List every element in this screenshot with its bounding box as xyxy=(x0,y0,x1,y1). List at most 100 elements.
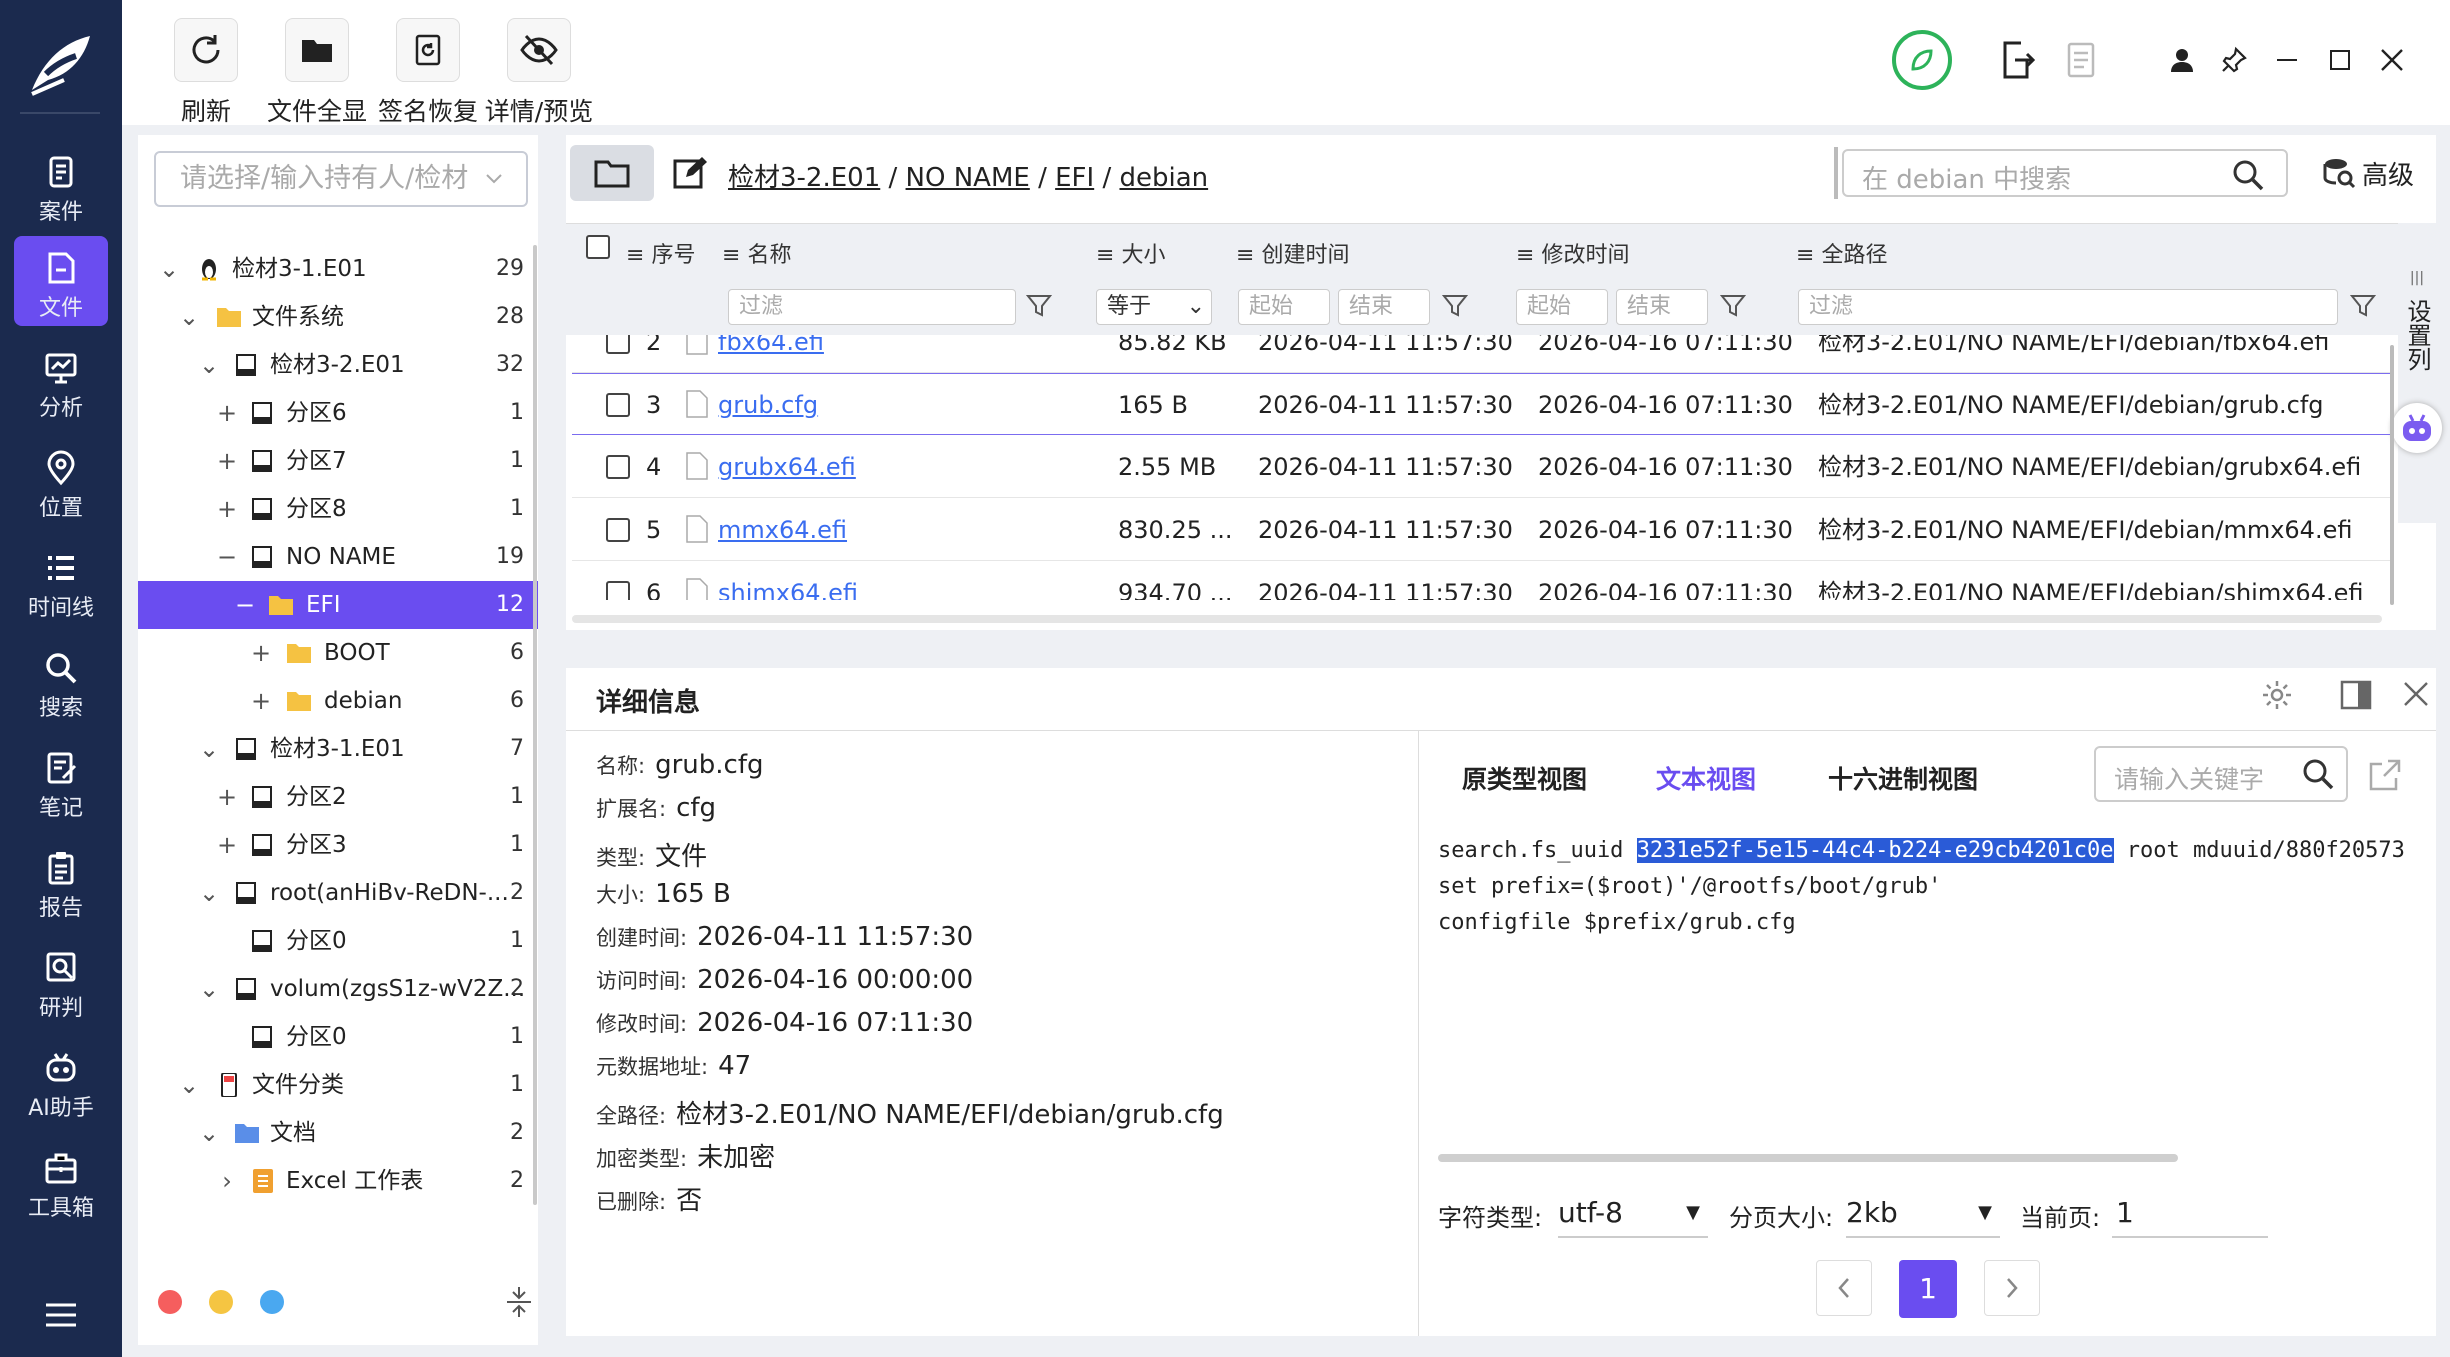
user-button[interactable] xyxy=(2162,40,2202,80)
tree-item-partition-7[interactable]: + 分区7 1 xyxy=(138,437,538,485)
tree-item-volum[interactable]: ⌄ volum(zgsS1z-wV2Z... 2 xyxy=(138,965,538,1013)
charset-select[interactable]: utf-8 ▼ xyxy=(1558,1188,1708,1238)
refresh-button[interactable]: 刷新 xyxy=(151,18,261,128)
table-row[interactable]: 6 shimx64.efi 934.70 ... 2026-04-11 11:5… xyxy=(572,562,2392,600)
report-disabled-button[interactable] xyxy=(2062,40,2102,80)
tree-item-evidence-3-1[interactable]: ⌄ 检材3-1.E01 29 xyxy=(138,245,538,293)
edit-path-button[interactable] xyxy=(672,155,708,191)
horizontal-scrollbar[interactable] xyxy=(572,615,2382,623)
expand-icon[interactable]: + xyxy=(216,773,238,821)
filter-icon[interactable] xyxy=(1720,293,1746,319)
row-checkbox[interactable] xyxy=(606,393,630,417)
detail-preview-button[interactable]: 详情/预览 xyxy=(484,18,594,128)
tree-item-partition-0b[interactable]: 分区0 1 xyxy=(138,1013,538,1061)
breadcrumb-evidence[interactable]: 检材3-2.E01 xyxy=(728,163,880,193)
chevron-down-icon[interactable]: ⌄ xyxy=(178,1061,200,1109)
name-filter-input[interactable]: 过滤 xyxy=(728,289,1016,325)
collapse-icon[interactable]: − xyxy=(234,581,256,629)
chevron-down-icon[interactable]: ⌄ xyxy=(198,725,220,773)
chevron-down-icon[interactable]: ⌄ xyxy=(198,965,220,1013)
page-1-button[interactable]: 1 xyxy=(1899,1260,1957,1318)
text-horizontal-scrollbar[interactable] xyxy=(1438,1154,2178,1162)
tree-item-no-name[interactable]: − NO NAME 19 xyxy=(138,533,538,581)
tree-item-efi[interactable]: − EFI 12 xyxy=(138,581,538,629)
column-path[interactable]: ≡ 全路径 xyxy=(1796,237,1887,269)
tree-item-partition-8[interactable]: + 分区8 1 xyxy=(138,485,538,533)
tree-item-file-category[interactable]: ⌄ 文件分类 1 xyxy=(138,1061,538,1109)
close-window-button[interactable] xyxy=(2372,40,2412,80)
created-end-input[interactable]: 结束 xyxy=(1338,289,1430,325)
tree-item-partition-0[interactable]: 分区0 1 xyxy=(138,917,538,965)
modified-end-input[interactable]: 结束 xyxy=(1616,289,1708,325)
table-row[interactable]: 4 grubx64.efi 2.55 MB 2026-04-11 11:57:3… xyxy=(572,436,2392,498)
tree-item-partition-6[interactable]: + 分区6 1 xyxy=(138,389,538,437)
expand-icon[interactable]: + xyxy=(216,389,238,437)
file-name-link[interactable]: grubx64.efi xyxy=(718,436,856,498)
tree-item-evidence-3-2[interactable]: ⌄ 检材3-2.E01 32 xyxy=(138,341,538,389)
tree-item-documents[interactable]: ⌄ 文档 2 xyxy=(138,1109,538,1157)
nav-file[interactable]: 文件 xyxy=(14,236,108,326)
nav-location[interactable]: 位置 xyxy=(14,436,108,526)
signature-restore-button[interactable]: 签名恢复 xyxy=(373,18,483,128)
minimize-button[interactable] xyxy=(2267,40,2307,80)
created-start-input[interactable]: 起始 xyxy=(1238,289,1330,325)
column-seq[interactable]: ≡ 序号 xyxy=(626,237,695,269)
maximize-button[interactable] xyxy=(2320,40,2360,80)
filter-icon[interactable] xyxy=(1026,293,1052,319)
row-checkbox[interactable] xyxy=(606,518,630,542)
table-row[interactable]: 3 grub.cfg 165 B 2026-04-11 11:57:30 202… xyxy=(572,373,2392,435)
vertical-scrollbar[interactable] xyxy=(2390,345,2394,605)
tree-item-filesystem[interactable]: ⌄ 文件系统 28 xyxy=(138,293,538,341)
column-modified[interactable]: ≡ 修改时间 xyxy=(1516,237,1629,269)
settings-column-tab[interactable]: ||| 设置列 xyxy=(2398,223,2436,523)
tree-item-excel[interactable]: › Excel 工作表 2 xyxy=(138,1157,538,1205)
tab-text-view[interactable]: 文本视图 xyxy=(1656,760,1756,796)
current-page-input[interactable]: 1 xyxy=(2112,1188,2268,1238)
file-overview-button[interactable]: 文件全显 xyxy=(262,18,372,128)
breadcrumb-no-name[interactable]: NO NAME xyxy=(906,163,1030,193)
chevron-down-icon[interactable]: ⌄ xyxy=(198,869,220,917)
nav-judge[interactable]: 研判 xyxy=(14,936,108,1026)
advanced-search-button[interactable]: 高级 xyxy=(2322,153,2414,193)
owner-select[interactable]: 请选择/输入持有人/检材 xyxy=(154,151,528,207)
chevron-down-icon[interactable]: ⌄ xyxy=(178,293,200,341)
modified-start-input[interactable]: 起始 xyxy=(1516,289,1608,325)
chevron-down-icon[interactable]: ⌄ xyxy=(198,341,220,389)
row-checkbox[interactable] xyxy=(606,455,630,479)
search-input[interactable]: 在 debian 中搜索 xyxy=(1842,149,2288,197)
breadcrumb-debian[interactable]: debian xyxy=(1119,163,1208,193)
folder-view-button[interactable] xyxy=(570,145,654,201)
expand-icon[interactable]: + xyxy=(216,821,238,869)
row-checkbox[interactable] xyxy=(606,335,630,354)
expand-icon[interactable]: + xyxy=(250,629,272,677)
red-dot[interactable] xyxy=(158,1290,182,1314)
ai-robot-button[interactable] xyxy=(2392,403,2442,453)
keyword-search-input[interactable]: 请输入关键字 xyxy=(2094,746,2348,802)
select-all-checkbox[interactable] xyxy=(586,235,610,259)
open-external-icon[interactable] xyxy=(2368,758,2402,792)
prev-page-button[interactable] xyxy=(1816,1260,1872,1316)
collapse-all-icon[interactable] xyxy=(504,1285,534,1319)
tree-item-partition-2[interactable]: + 分区2 1 xyxy=(138,773,538,821)
expand-icon[interactable]: + xyxy=(216,437,238,485)
menu-icon[interactable] xyxy=(44,1302,78,1328)
nav-search[interactable]: 搜索 xyxy=(14,636,108,726)
page-size-select[interactable]: 2kb ▼ xyxy=(1846,1188,2000,1238)
blue-dot[interactable] xyxy=(260,1290,284,1314)
tree-item-debian[interactable]: + debian 6 xyxy=(138,677,538,725)
close-icon[interactable] xyxy=(2402,680,2430,708)
next-page-button[interactable] xyxy=(1984,1260,2040,1316)
nav-toolbox[interactable]: 工具箱 xyxy=(14,1136,108,1226)
table-row[interactable]: 2 fbx64.efi 85.82 KB 2026-04-11 11:57:30… xyxy=(572,335,2392,373)
nav-note[interactable]: 笔记 xyxy=(14,736,108,826)
split-view-icon[interactable] xyxy=(2340,680,2372,710)
expand-icon[interactable]: + xyxy=(250,677,272,725)
breadcrumb-efi[interactable]: EFI xyxy=(1055,163,1094,193)
chevron-right-icon[interactable]: › xyxy=(216,1157,238,1205)
filter-icon[interactable] xyxy=(1442,293,1468,319)
export-button[interactable] xyxy=(1997,40,2037,80)
nav-case[interactable]: 案件 xyxy=(14,140,108,230)
column-created[interactable]: ≡ 创建时间 xyxy=(1236,237,1349,269)
nav-ai-assistant[interactable]: AI助手 xyxy=(14,1036,108,1126)
size-operator-select[interactable]: 等于 ⌄ xyxy=(1096,289,1212,325)
